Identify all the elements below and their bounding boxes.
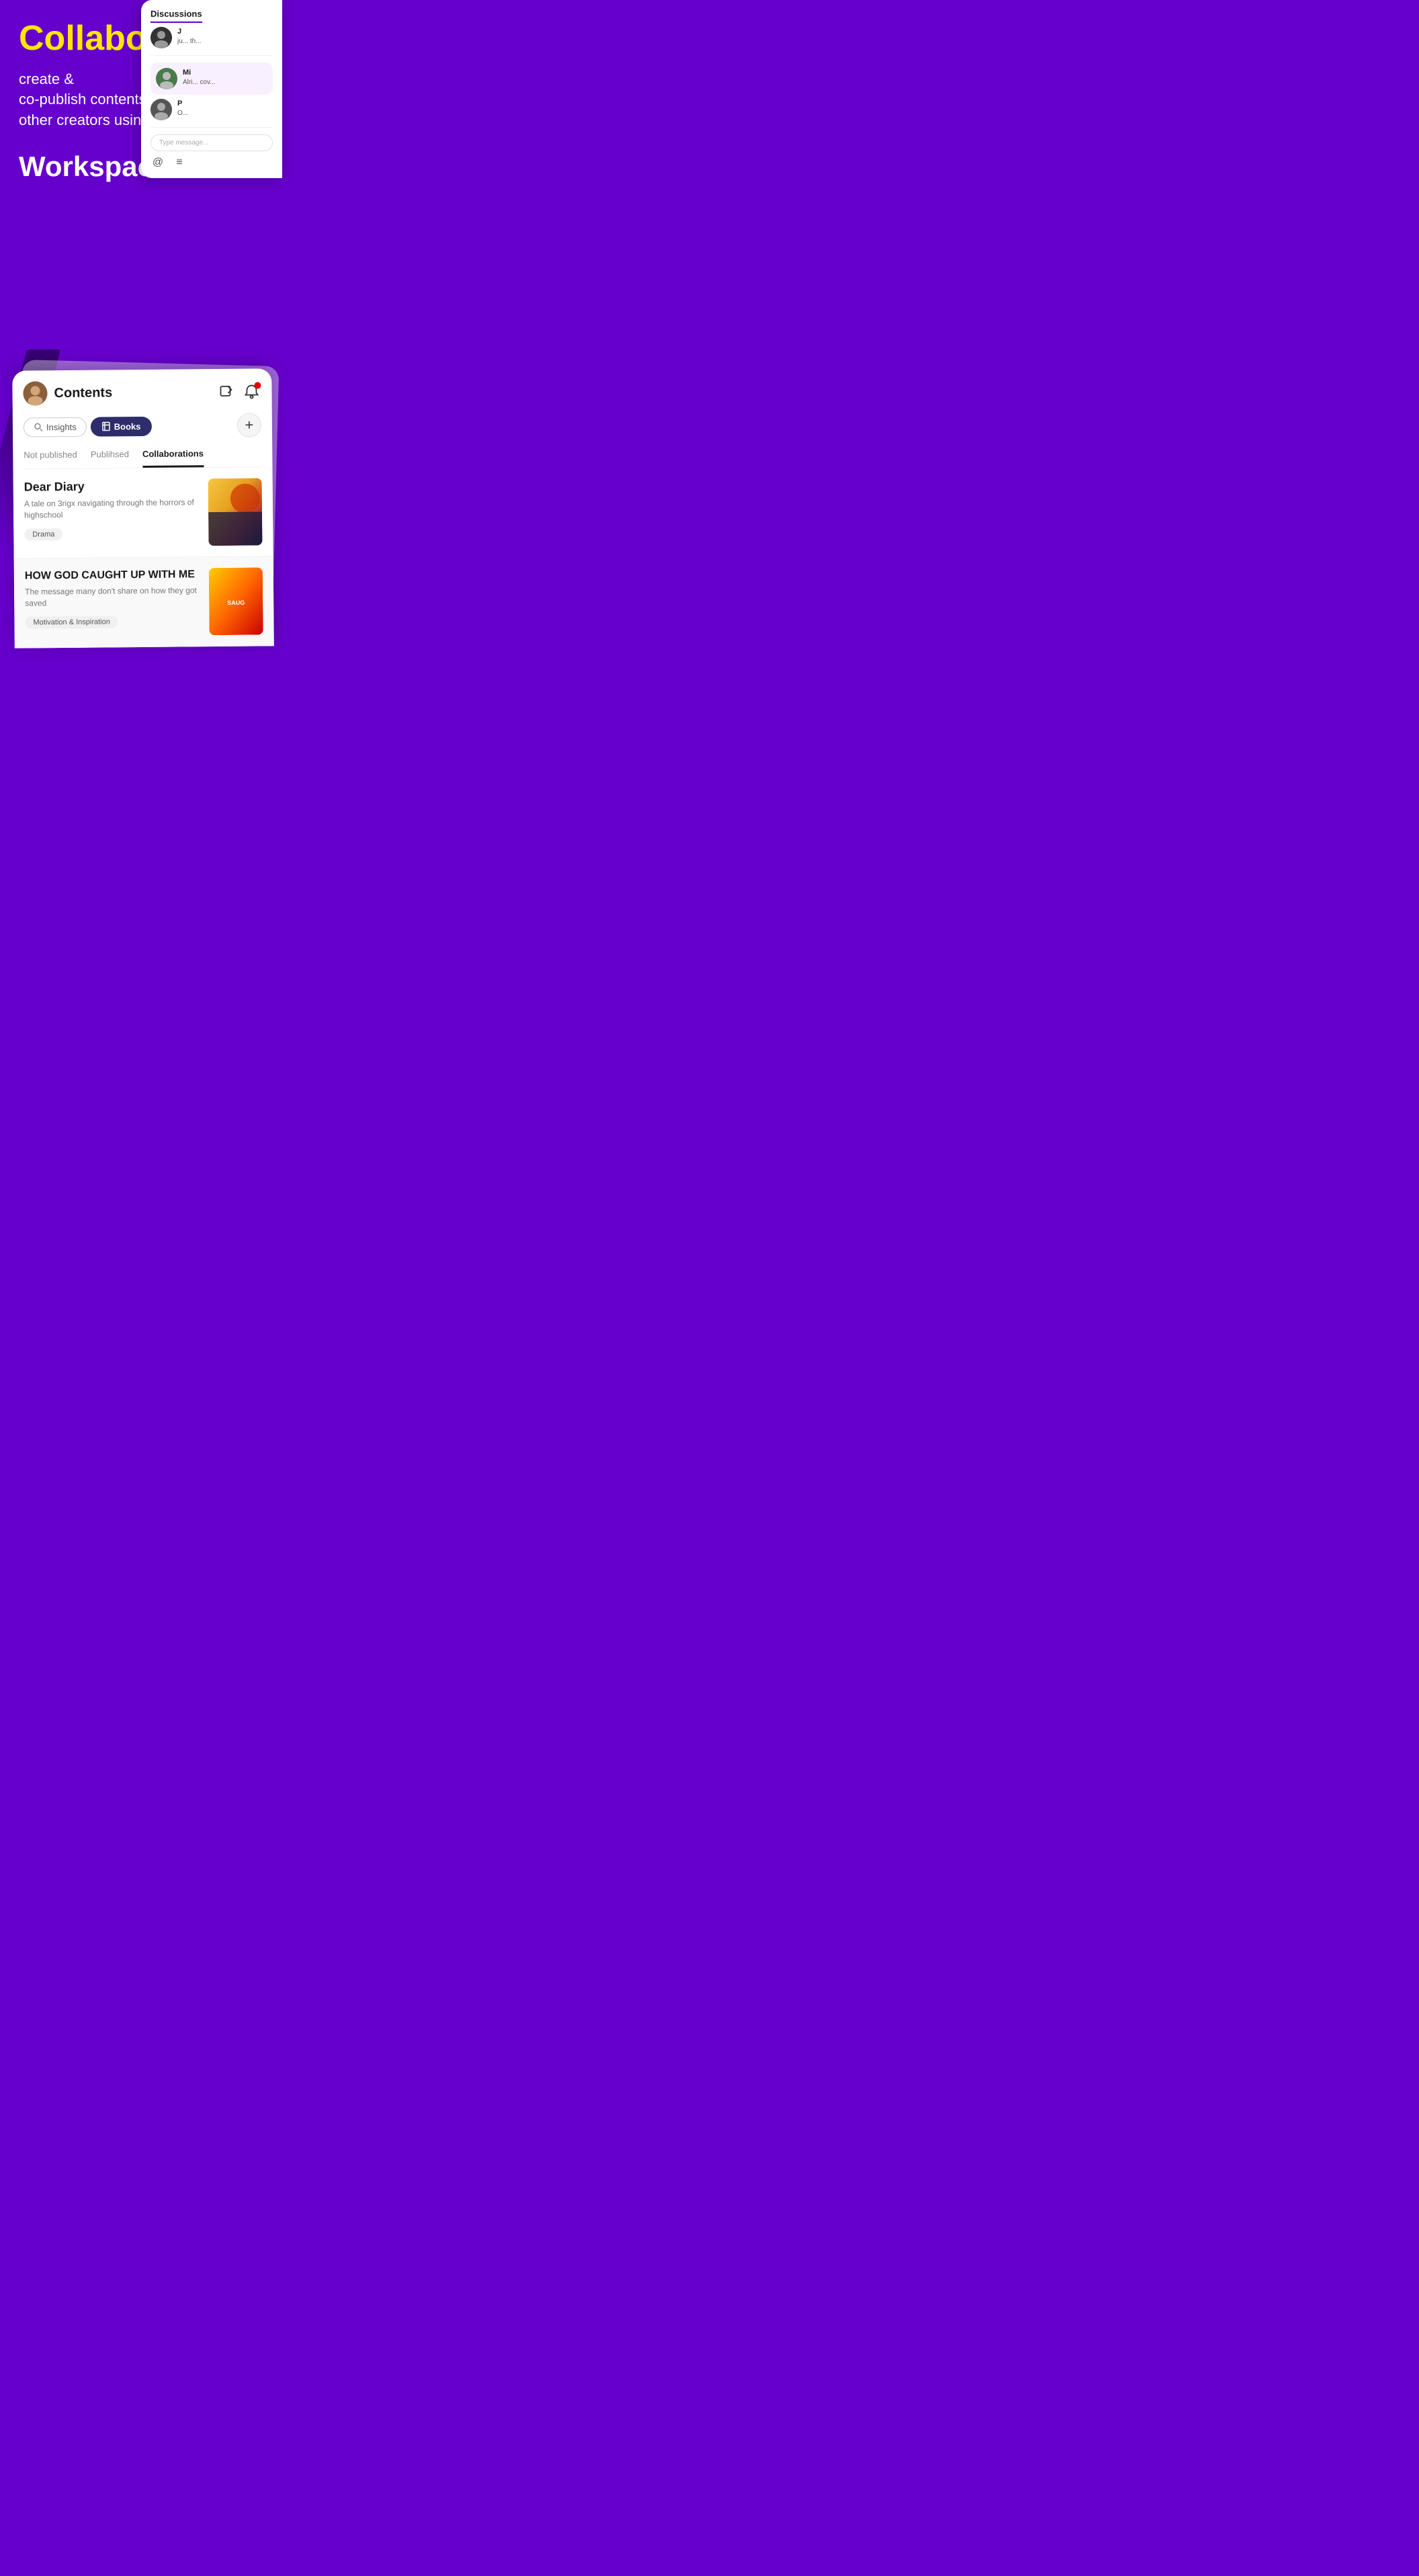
book-cover-1 [208, 478, 263, 546]
contents-avatar [23, 381, 47, 405]
discussion-item-3: P O... [150, 99, 273, 128]
book-card-2-content: HOW GOD CAUGHT UP WITH ME The message ma… [25, 568, 200, 628]
contents-header-icons [216, 382, 261, 401]
contents-section: Contents [0, 349, 277, 647]
hero-section: Discussions J ju... th... Mi Alri... cov… [0, 0, 277, 349]
tab-insights[interactable]: Insights [24, 417, 87, 437]
message-input[interactable]: Type message... [150, 134, 273, 151]
discussions-card: Discussions J ju... th... Mi Alri... cov… [141, 0, 282, 178]
at-icon[interactable]: @ [150, 155, 165, 170]
disc-toolbar: @ ≡ [150, 155, 273, 170]
discussion-item-1: J ju... th... [150, 27, 273, 56]
book-tag-2: Motivation & Inspiration [25, 616, 118, 628]
book-card-2[interactable]: HOW GOD CAUGHT UP WITH ME The message ma… [14, 556, 274, 648]
notification-icon[interactable] [242, 382, 261, 401]
book-card-1[interactable]: Dear Diary A tale on 3rigx navigating th… [13, 467, 273, 558]
sub-tab-collaborations[interactable]: Collaborations [142, 448, 204, 468]
sub-tab-published[interactable]: Publihsed [91, 449, 129, 468]
book-tag-1: Drama [24, 528, 62, 540]
tab-books[interactable]: Books [91, 416, 152, 436]
disc-text-2: Mi Alri... cov... [183, 68, 216, 87]
contents-tabs: Insights Books + [24, 413, 261, 439]
book-desc-1: A tale on 3rigx navigating through the h… [24, 497, 199, 521]
disc-text-3: P O... [177, 99, 188, 118]
discussion-item-2: Mi Alri... cov... [150, 63, 273, 95]
disc-avatar-2 [156, 68, 177, 89]
notification-badge [254, 382, 261, 388]
book-title-1: Dear Diary [24, 479, 199, 494]
add-tab-button[interactable]: + [237, 413, 261, 437]
disc-avatar-1 [150, 27, 172, 48]
book-card-1-content: Dear Diary A tale on 3rigx navigating th… [24, 479, 200, 540]
sub-tab-not-published[interactable]: Not published [24, 450, 77, 469]
list-icon[interactable]: ≡ [172, 155, 187, 170]
share-icon[interactable] [216, 382, 235, 401]
disc-text-1: J ju... th... [177, 27, 202, 46]
contents-card: Contents [12, 368, 274, 648]
svg-text:SAUG: SAUG [227, 599, 245, 606]
book-desc-2: The message many don't share on how they… [25, 585, 200, 609]
discussions-title: Discussions [150, 9, 202, 23]
cover-diary-visual [208, 478, 263, 546]
contents-header: Contents [23, 379, 261, 405]
disc-avatar-3 [150, 99, 172, 120]
sub-tabs: Not published Publihsed Collaborations [24, 448, 261, 469]
cover-god-visual: SAUG [209, 567, 263, 635]
book-cover-2: SAUG [209, 567, 263, 635]
contents-header-left: Contents [23, 380, 112, 405]
contents-title: Contents [54, 385, 112, 401]
book-title-2: HOW GOD CAUGHT UP WITH ME [25, 568, 200, 582]
